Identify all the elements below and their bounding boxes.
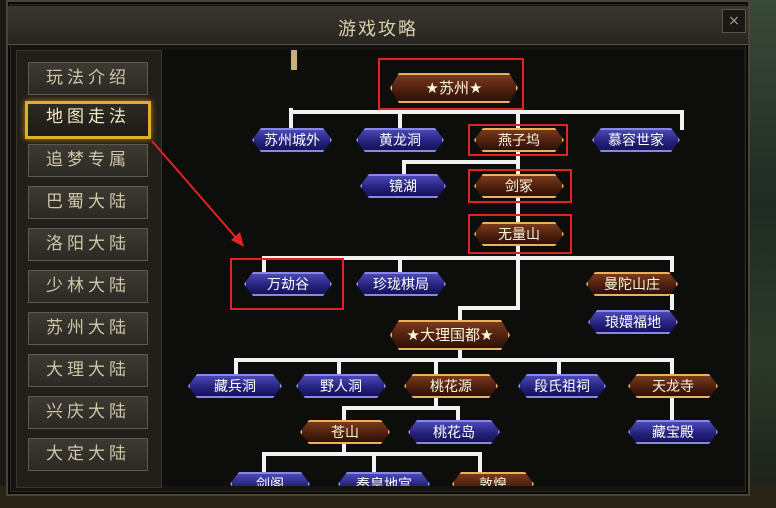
highlight-box <box>378 58 524 110</box>
map-node-dunhuang[interactable]: 敦煌 <box>452 472 534 486</box>
connector <box>516 256 520 310</box>
sidebar-item-dali[interactable]: 大理大陆 <box>28 354 148 387</box>
map-node-langhuan[interactable]: 琅嬛福地 <box>588 310 678 334</box>
map-node-jinghu[interactable]: 镜湖 <box>360 174 446 198</box>
connector <box>680 110 684 130</box>
map-node-cangbing-cave[interactable]: 藏兵洞 <box>188 374 282 398</box>
map-node-cangshan[interactable]: 苍山 <box>300 420 390 444</box>
map-node-tianlong-temple[interactable]: 天龙寺 <box>628 374 718 398</box>
map-node-yeren-cave[interactable]: 野人洞 <box>296 374 386 398</box>
sidebar-item-gameplay[interactable]: 玩法介绍 <box>28 62 148 95</box>
map-node-treasure-hall[interactable]: 藏宝殿 <box>628 420 718 444</box>
sidebar-item-luoyang[interactable]: 洛阳大陆 <box>28 228 148 261</box>
sidebar-item-suzhou[interactable]: 苏州大陆 <box>28 312 148 345</box>
connector <box>478 452 482 472</box>
connector <box>670 294 674 310</box>
connector <box>398 256 402 272</box>
window-title: 游戏攻略 <box>338 19 418 40</box>
connector <box>234 358 238 374</box>
map-node-murong-manor[interactable]: 慕容世家 <box>592 128 680 152</box>
connector <box>337 358 341 374</box>
sidebar-item-zhuimeng[interactable]: 追梦专属 <box>28 144 148 177</box>
map-node-taohuayuan[interactable]: 桃花源 <box>404 374 498 398</box>
connector <box>262 452 266 472</box>
connector <box>291 50 297 70</box>
map-node-duanshi-shrine[interactable]: 段氏祖祠 <box>518 374 606 398</box>
connector <box>434 358 438 374</box>
sidebar-item-map-route[interactable]: 地图走法 <box>25 101 151 139</box>
map-node-mantuo-manor[interactable]: 曼陀山庄 <box>586 272 678 296</box>
connector <box>372 452 376 472</box>
connector <box>234 358 674 362</box>
connector <box>670 398 674 422</box>
connector <box>342 406 346 420</box>
map-node-huanglong-cave[interactable]: 黄龙洞 <box>356 128 444 152</box>
sidebar-item-bashu[interactable]: 巴蜀大陆 <box>28 186 148 219</box>
connector <box>456 406 460 420</box>
game-background-right <box>748 0 776 508</box>
highlight-box <box>468 214 572 254</box>
map-node-zhenlong-chess[interactable]: 珍珑棋局 <box>356 272 446 296</box>
sidebar-item-shaolin[interactable]: 少林大陆 <box>28 270 148 303</box>
map-node-suzhou-outskirts[interactable]: 苏州城外 <box>252 128 332 152</box>
map-node-qinhuang-tomb[interactable]: 秦皇地宫 <box>338 472 430 486</box>
connector <box>402 160 520 164</box>
map-node-jiange[interactable]: 剑阁 <box>230 472 310 486</box>
highlight-box <box>468 124 568 156</box>
close-button[interactable]: × <box>722 9 746 33</box>
connector <box>670 256 674 272</box>
connector <box>398 110 402 130</box>
sidebar-item-dading[interactable]: 大定大陆 <box>28 438 148 471</box>
connector <box>342 406 460 410</box>
highlight-box <box>468 169 572 203</box>
connector <box>402 160 406 176</box>
sidebar-item-xingqing[interactable]: 兴庆大陆 <box>28 396 148 429</box>
highlight-box <box>230 258 344 310</box>
connector <box>458 306 462 322</box>
connector <box>289 110 293 130</box>
connector <box>670 358 674 374</box>
connector <box>458 306 520 310</box>
map-node-taohua-island[interactable]: 桃花岛 <box>408 420 500 444</box>
map-node-dali-capital[interactable]: ★大理国都★ <box>390 320 510 350</box>
connector <box>289 110 684 114</box>
map-tree-panel: ★苏州★ 苏州城外 黄龙洞 燕子坞 慕容世家 镜湖 剑冢 无量山 万劫谷 珍珑棋… <box>162 50 744 486</box>
connector <box>557 358 561 374</box>
